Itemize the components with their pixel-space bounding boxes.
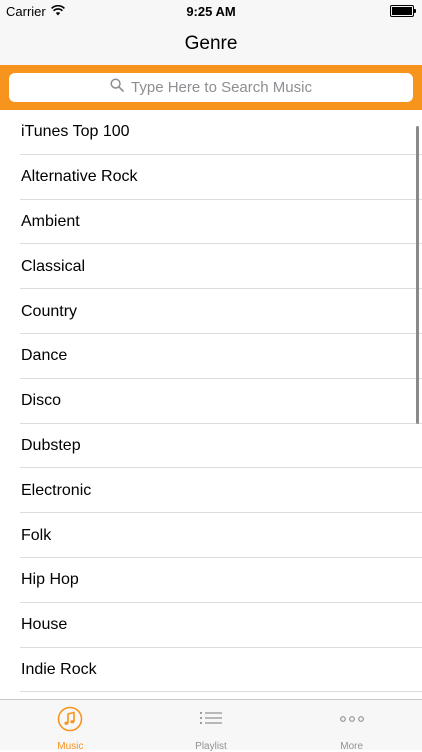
list-item-alternative-rock[interactable]: Alternative Rock	[0, 155, 422, 200]
tab-playlist-label: Playlist	[195, 741, 227, 752]
list-item-itunes-top-100[interactable]: iTunes Top 100	[0, 110, 422, 155]
list-item-label: Ambient	[21, 212, 80, 230]
search-icon	[110, 78, 124, 97]
search-bar: Type Here to Search Music	[0, 65, 422, 110]
status-time: 9:25 AM	[186, 4, 236, 19]
music-note-icon	[57, 706, 83, 737]
list-item-label: Disco	[21, 392, 62, 410]
search-input[interactable]: Type Here to Search Music	[9, 73, 413, 102]
list-item-hip-hop[interactable]: Hip Hop	[0, 558, 422, 603]
list-item-folk[interactable]: Folk	[0, 513, 422, 558]
list-scrollbar[interactable]	[416, 126, 419, 424]
tab-more[interactable]: More	[281, 700, 422, 752]
list-item-label: iTunes Top 100	[21, 123, 130, 141]
list-item-classical[interactable]: Classical	[0, 244, 422, 289]
list-item-indie-rock[interactable]: Indie Rock	[0, 648, 422, 693]
list-item-dubstep[interactable]: Dubstep	[0, 424, 422, 469]
list-item-label: Dubstep	[21, 436, 81, 454]
list-item-label: Indie Rock	[21, 660, 97, 678]
list-item-label: Alternative Rock	[21, 168, 138, 186]
list-item-country[interactable]: Country	[0, 289, 422, 334]
search-placeholder: Type Here to Search Music	[131, 79, 312, 96]
list-item-label: Folk	[21, 526, 52, 544]
list-item-house[interactable]: House	[0, 603, 422, 648]
list-item-ambient[interactable]: Ambient	[0, 200, 422, 245]
page-title: Genre	[184, 33, 238, 54]
list-item-label: Hip Hop	[21, 571, 79, 589]
list-item-label: Classical	[21, 257, 86, 275]
status-bar: Carrier 9:25 AM	[0, 0, 422, 22]
navigation-bar: Genre	[0, 22, 422, 65]
tab-more-label: More	[340, 741, 364, 752]
tab-music-label: Music	[57, 741, 84, 752]
list-item-label: House	[21, 616, 68, 634]
list-item-label: Electronic	[21, 481, 92, 499]
genre-list: iTunes Top 100 Alternative Rock Ambient …	[0, 110, 422, 699]
battery-icon	[390, 5, 416, 17]
list-icon	[198, 706, 224, 737]
list-item-label: Country	[21, 302, 78, 320]
tab-music[interactable]: Music	[0, 700, 141, 752]
tab-playlist[interactable]: Playlist	[141, 700, 282, 752]
tab-bar: Music Playlist More	[0, 699, 422, 752]
more-dots-icon	[339, 706, 365, 737]
list-item-disco[interactable]: Disco	[0, 379, 422, 424]
list-item-label: Dance	[21, 347, 68, 365]
list-item-dance[interactable]: Dance	[0, 334, 422, 379]
list-item-electronic[interactable]: Electronic	[0, 468, 422, 513]
